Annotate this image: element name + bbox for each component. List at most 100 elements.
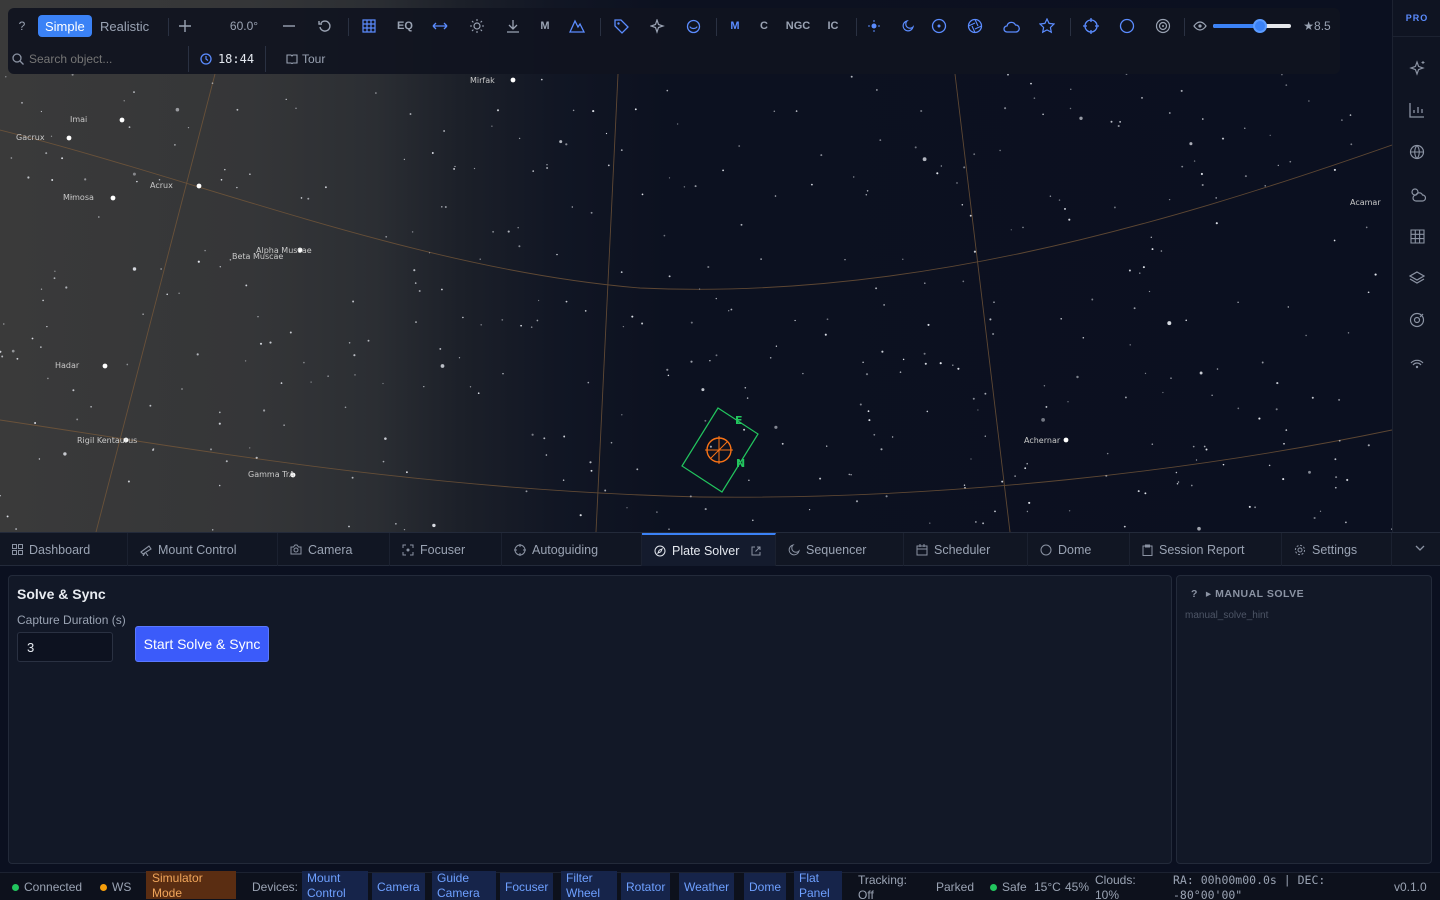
tab-sequencer[interactable]: Sequencer (776, 533, 904, 566)
collapse-panel-button[interactable] (1414, 542, 1426, 557)
tab-settings[interactable]: Settings (1282, 533, 1392, 566)
manual-solve-header[interactable]: ? ▸ MANUAL SOLVE (1191, 588, 1304, 600)
star-label-mimosa[interactable]: Mimosa (63, 193, 94, 202)
start-solve-sync-button[interactable]: Start Solve & Sync (135, 626, 269, 662)
star-label-achernar[interactable]: Achernar (1024, 436, 1060, 445)
zoom-in-button[interactable] (176, 14, 194, 38)
labels-button[interactable] (612, 14, 630, 38)
star (709, 360, 711, 362)
magnitude-slider-handle[interactable] (1252, 19, 1267, 33)
sun-toggle-button[interactable] (866, 14, 882, 38)
grid-toggle-button[interactable] (360, 14, 378, 38)
weather-icon[interactable] (1407, 184, 1427, 204)
device-mount-control[interactable]: Mount Control (302, 871, 368, 900)
search-box[interactable] (12, 48, 180, 70)
tab-plate-solver[interactable]: Plate Solver (642, 533, 776, 566)
tab-camera[interactable]: Camera (278, 533, 390, 566)
mode-simple-button[interactable]: Simple (38, 15, 92, 37)
sparkle-icon[interactable] (1407, 58, 1427, 78)
bright-star[interactable] (510, 77, 516, 83)
star-label-rigil-kentaurus[interactable]: Rigil Kentaurus (77, 436, 137, 445)
device-camera[interactable]: Camera (372, 873, 425, 900)
star-label-hadar[interactable]: Hadar (55, 361, 79, 370)
fov-indicator[interactable]: E N (681, 407, 759, 493)
tab-autoguiding[interactable]: Autoguiding (502, 533, 642, 566)
tab-mount-control[interactable]: Mount Control (128, 533, 278, 566)
bright-star[interactable] (110, 195, 116, 201)
tab-dashboard[interactable]: Dashboard (0, 533, 128, 566)
device-weather[interactable]: Weather (679, 873, 735, 900)
bright-star[interactable] (102, 363, 108, 369)
aperture-button[interactable] (966, 14, 984, 38)
bright-star[interactable] (66, 135, 72, 141)
star (1176, 482, 1179, 485)
device-flat-panel[interactable]: Flat Panel (794, 871, 842, 900)
star-label-mirfak[interactable]: Mirfak (470, 76, 495, 85)
sky-view[interactable]: E N Mirfak Imai Gacrux Acrux Mimosa Alph… (0, 0, 1392, 532)
popout-icon[interactable] (751, 546, 761, 556)
horizon-button[interactable] (1118, 14, 1136, 38)
star-label-beta-muscae[interactable]: Beta Muscae (232, 252, 283, 261)
moon-toggle-button[interactable] (900, 14, 916, 38)
catalog-m-button[interactable]: M (728, 14, 742, 38)
rings-button[interactable] (1154, 14, 1172, 38)
tab-focuser[interactable]: Focuser (390, 533, 502, 566)
tour-button[interactable]: Tour (286, 48, 325, 70)
target-icon[interactable] (1407, 310, 1427, 330)
constellations-button[interactable] (648, 14, 666, 38)
landscape-button[interactable] (568, 14, 586, 38)
star-label-imai[interactable]: Imai (70, 115, 87, 124)
messier-button[interactable]: M (538, 14, 552, 38)
eq-grid-button[interactable]: EQ (394, 14, 416, 38)
clouds-button[interactable] (1002, 14, 1020, 38)
star (587, 381, 590, 384)
capture-duration-input[interactable] (17, 632, 113, 662)
tab-dome[interactable]: Dome (1028, 533, 1130, 566)
star (899, 371, 902, 373)
grid-icon[interactable] (1407, 226, 1427, 246)
crosshair-button[interactable] (1082, 14, 1100, 38)
star (1168, 198, 1171, 201)
bright-star[interactable] (119, 117, 125, 123)
catalog-ngc-button[interactable]: NGC (784, 14, 812, 38)
chart-icon[interactable] (1407, 100, 1427, 120)
device-focuser[interactable]: Focuser (500, 873, 554, 900)
meridian-button[interactable] (430, 14, 450, 38)
device-guide-camera[interactable]: Guide Camera (432, 871, 496, 900)
bright-star[interactable] (196, 183, 202, 189)
device-rotator[interactable]: Rotator (621, 873, 671, 900)
globe-icon[interactable] (1407, 142, 1427, 162)
help-icon[interactable]: ? (1191, 588, 1198, 600)
favorites-button[interactable] (1038, 14, 1056, 38)
bright-star[interactable] (1063, 437, 1069, 443)
target-icon (931, 18, 947, 34)
star (1026, 510, 1029, 513)
search-input[interactable] (29, 52, 169, 66)
star-label-gacrux[interactable]: Gacrux (16, 133, 45, 142)
device-filter-wheel[interactable]: Filter Wheel (561, 871, 617, 900)
download-button[interactable] (504, 14, 522, 38)
time-control[interactable]: 18:44 (188, 46, 266, 72)
catalog-c-button[interactable]: C (758, 14, 770, 38)
deep-sky-button[interactable] (684, 14, 702, 38)
help-button[interactable]: ? (14, 14, 30, 38)
brightness-button[interactable] (468, 14, 486, 38)
star-label-gamma-tra[interactable]: Gamma TrA (248, 470, 295, 479)
mode-realistic-button[interactable]: Realistic (100, 14, 149, 38)
reset-view-button[interactable] (316, 14, 334, 38)
signal-icon[interactable] (1407, 352, 1427, 372)
magnitude-slider[interactable] (1213, 19, 1291, 33)
layers-icon[interactable] (1407, 268, 1427, 288)
star (992, 332, 995, 336)
tab-scheduler[interactable]: Scheduler (904, 533, 1028, 566)
planets-button[interactable] (930, 14, 948, 38)
pro-badge[interactable]: PRO (1393, 0, 1440, 37)
sky-canvas[interactable]: E N (0, 0, 1392, 532)
device-dome[interactable]: Dome (744, 873, 787, 900)
zoom-out-button[interactable] (280, 14, 298, 38)
star-label-acrux[interactable]: Acrux (150, 181, 173, 190)
visibility-button[interactable] (1192, 14, 1208, 38)
tab-session-report[interactable]: Session Report (1130, 533, 1282, 566)
catalog-ic-button[interactable]: IC (826, 14, 840, 38)
star-label-acamar[interactable]: Acamar (1350, 198, 1381, 207)
